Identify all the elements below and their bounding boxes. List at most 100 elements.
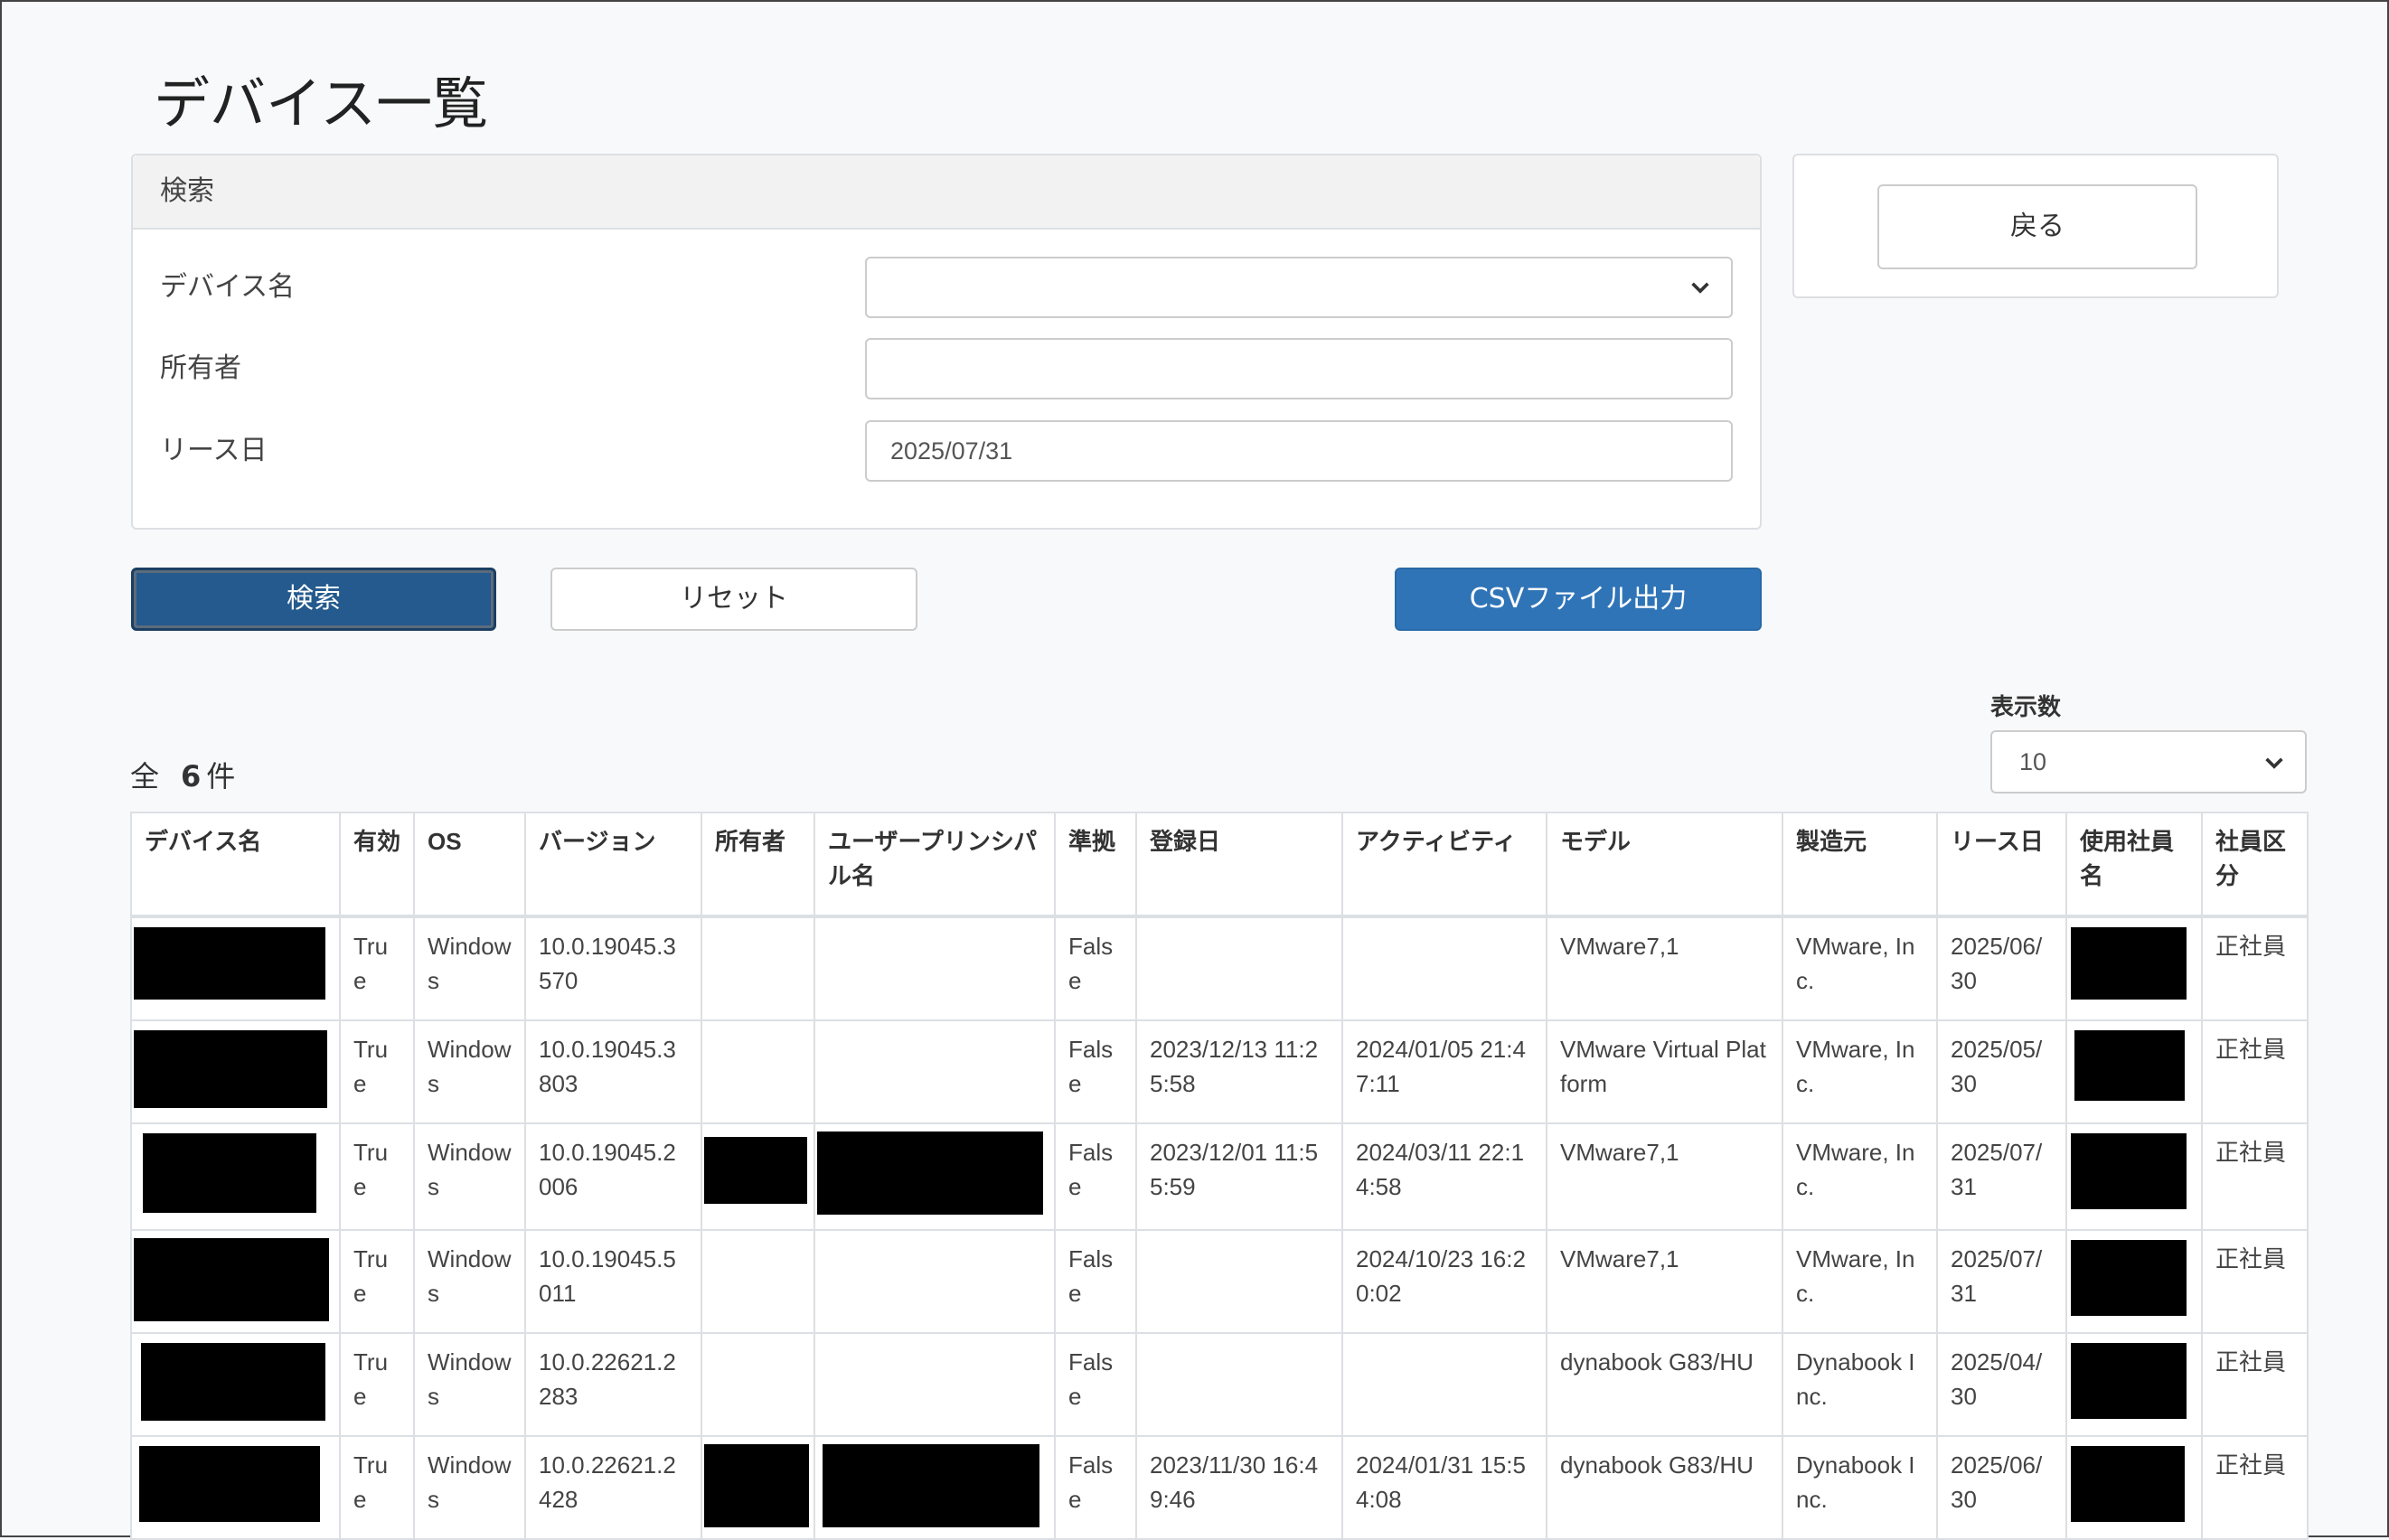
cell-model: dynabook G83/HU: [1546, 1332, 1783, 1437]
cell-employee-type: 正社員: [2201, 1332, 2309, 1437]
cell-version: 10.0.22621.2428: [524, 1435, 702, 1540]
cell-manufacturer: VMware, Inc.: [1782, 916, 1938, 1021]
col-os[interactable]: OS: [413, 812, 526, 918]
cell-registered: 2023/11/30 16:49:46: [1135, 1435, 1343, 1540]
col-owner[interactable]: 所有者: [701, 812, 815, 918]
col-employee-type[interactable]: 社員区分: [2201, 812, 2309, 918]
cell-manufacturer: Dynabook Inc.: [1782, 1332, 1938, 1437]
cell-version: 10.0.19045.3803: [524, 1019, 702, 1124]
cell-compliant: False: [1054, 1332, 1137, 1437]
redacted-block: [2071, 1240, 2187, 1316]
col-version[interactable]: バージョン: [524, 812, 702, 918]
redacted-block: [2071, 1446, 2185, 1522]
cell-registered: [1135, 1229, 1343, 1334]
redacted-block: [2071, 1343, 2187, 1419]
table-row[interactable]: True Windows 10.0.22621.2428 False 2023/…: [130, 1435, 2309, 1540]
redacted-block: [141, 1343, 325, 1421]
redacted-block: [134, 1238, 329, 1321]
col-model[interactable]: モデル: [1546, 812, 1783, 918]
cell-enabled: True: [339, 1229, 415, 1334]
col-manufacturer[interactable]: 製造元: [1782, 812, 1938, 918]
cell-registered: [1135, 1332, 1343, 1437]
back-button[interactable]: 戻る: [1877, 184, 2197, 269]
reset-button[interactable]: リセット: [550, 568, 917, 631]
device-name-label: デバイス名: [160, 271, 296, 303]
redacted-block: [704, 1444, 809, 1527]
table-row[interactable]: True Windows 10.0.22621.2283 False dynab…: [130, 1332, 2309, 1437]
cell-registered: [1135, 916, 1343, 1021]
cell-activity: 2024/01/31 15:54:08: [1341, 1435, 1547, 1540]
cell-owner: [701, 1229, 815, 1334]
col-lease-date[interactable]: リース日: [1936, 812, 2067, 918]
col-device-name[interactable]: デバイス名: [130, 812, 341, 918]
cell-manufacturer: Dynabook Inc.: [1782, 1435, 1938, 1540]
cell-model: VMware7,1: [1546, 916, 1783, 1021]
table-row[interactable]: True Windows 10.0.19045.3803 False 2023/…: [130, 1019, 2309, 1124]
cell-activity: [1341, 1332, 1547, 1437]
device-name-select[interactable]: [865, 257, 1733, 318]
redacted-block: [2071, 1133, 2187, 1209]
back-card: 戻る: [1792, 154, 2279, 298]
table-header-row: デバイス名 有効 OS バージョン 所有者 ユーザープリンシパル名 準拠 登録日…: [130, 812, 2309, 918]
cell-owner: [701, 1332, 815, 1437]
cell-employee-type: 正社員: [2201, 1122, 2309, 1231]
cell-lease-date: 2025/04/30: [1936, 1332, 2067, 1437]
page-size-label: 表示数: [1990, 694, 2062, 721]
cell-enabled: True: [339, 916, 415, 1021]
cell-owner: [701, 1019, 815, 1124]
total-count: 全6件: [130, 754, 235, 795]
owner-input[interactable]: [865, 338, 1733, 399]
page-title: デバイス一覧: [154, 70, 489, 136]
lease-date-input[interactable]: 2025/07/31: [865, 420, 1733, 482]
cell-employee-type: 正社員: [2201, 1229, 2309, 1334]
cell-manufacturer: VMware, Inc.: [1782, 1019, 1938, 1124]
cell-employee-type: 正社員: [2201, 1435, 2309, 1540]
cell-lease-date: 2025/05/30: [1936, 1019, 2067, 1124]
search-panel-header: 検索: [133, 155, 1760, 230]
owner-row: 所有者: [160, 338, 1733, 403]
table-row[interactable]: True Windows 10.0.19045.2006 False 2023/…: [130, 1122, 2309, 1231]
cell-registered: 2023/12/01 11:55:59: [1135, 1122, 1343, 1231]
lease-date-label: リース日: [160, 435, 268, 466]
redacted-block: [817, 1132, 1043, 1215]
cell-owner: [701, 916, 815, 1021]
cell-version: 10.0.22621.2283: [524, 1332, 702, 1437]
col-employee-name[interactable]: 使用社員名: [2065, 812, 2203, 918]
cell-employee-type: 正社員: [2201, 1019, 2309, 1124]
cell-activity: [1341, 916, 1547, 1021]
cell-lease-date: 2025/06/30: [1936, 916, 2067, 1021]
col-enabled[interactable]: 有効: [339, 812, 415, 918]
chevron-down-icon: [1691, 282, 1709, 294]
cell-lease-date: 2025/07/31: [1936, 1229, 2067, 1334]
page-size-select[interactable]: 10: [1990, 730, 2307, 793]
owner-label: 所有者: [160, 352, 241, 384]
cell-registered: 2023/12/13 11:25:58: [1135, 1019, 1343, 1124]
table-row[interactable]: True Windows 10.0.19045.3570 False VMwar…: [130, 916, 2309, 1021]
cell-upn: [814, 1019, 1056, 1124]
redacted-block: [2074, 1030, 2185, 1101]
cell-enabled: True: [339, 1122, 415, 1231]
cell-manufacturer: VMware, Inc.: [1782, 1229, 1938, 1334]
total-number: 6: [181, 759, 202, 793]
col-upn[interactable]: ユーザープリンシパル名: [814, 812, 1056, 918]
col-registered[interactable]: 登録日: [1135, 812, 1343, 918]
cell-compliant: False: [1054, 1435, 1137, 1540]
col-compliant[interactable]: 準拠: [1054, 812, 1137, 918]
lease-date-row: リース日 2025/07/31: [160, 420, 1733, 485]
col-activity[interactable]: アクティビティ: [1341, 812, 1547, 918]
redacted-block: [134, 927, 325, 1000]
cell-os: Windows: [413, 916, 526, 1021]
csv-export-button[interactable]: CSVファイル出力: [1395, 568, 1762, 631]
cell-version: 10.0.19045.2006: [524, 1122, 702, 1231]
cell-os: Windows: [413, 1122, 526, 1231]
chevron-down-icon: [2265, 757, 2283, 769]
device-table: デバイス名 有効 OS バージョン 所有者 ユーザープリンシパル名 準拠 登録日…: [130, 812, 2309, 1540]
cell-enabled: True: [339, 1332, 415, 1437]
search-button[interactable]: 検索: [131, 568, 496, 631]
cell-upn: [814, 1229, 1056, 1334]
cell-upn: [814, 916, 1056, 1021]
table-row[interactable]: True Windows 10.0.19045.5011 False 2024/…: [130, 1229, 2309, 1334]
cell-upn: [814, 1332, 1056, 1437]
redacted-block: [134, 1030, 327, 1108]
device-name-row: デバイス名: [160, 257, 1733, 322]
